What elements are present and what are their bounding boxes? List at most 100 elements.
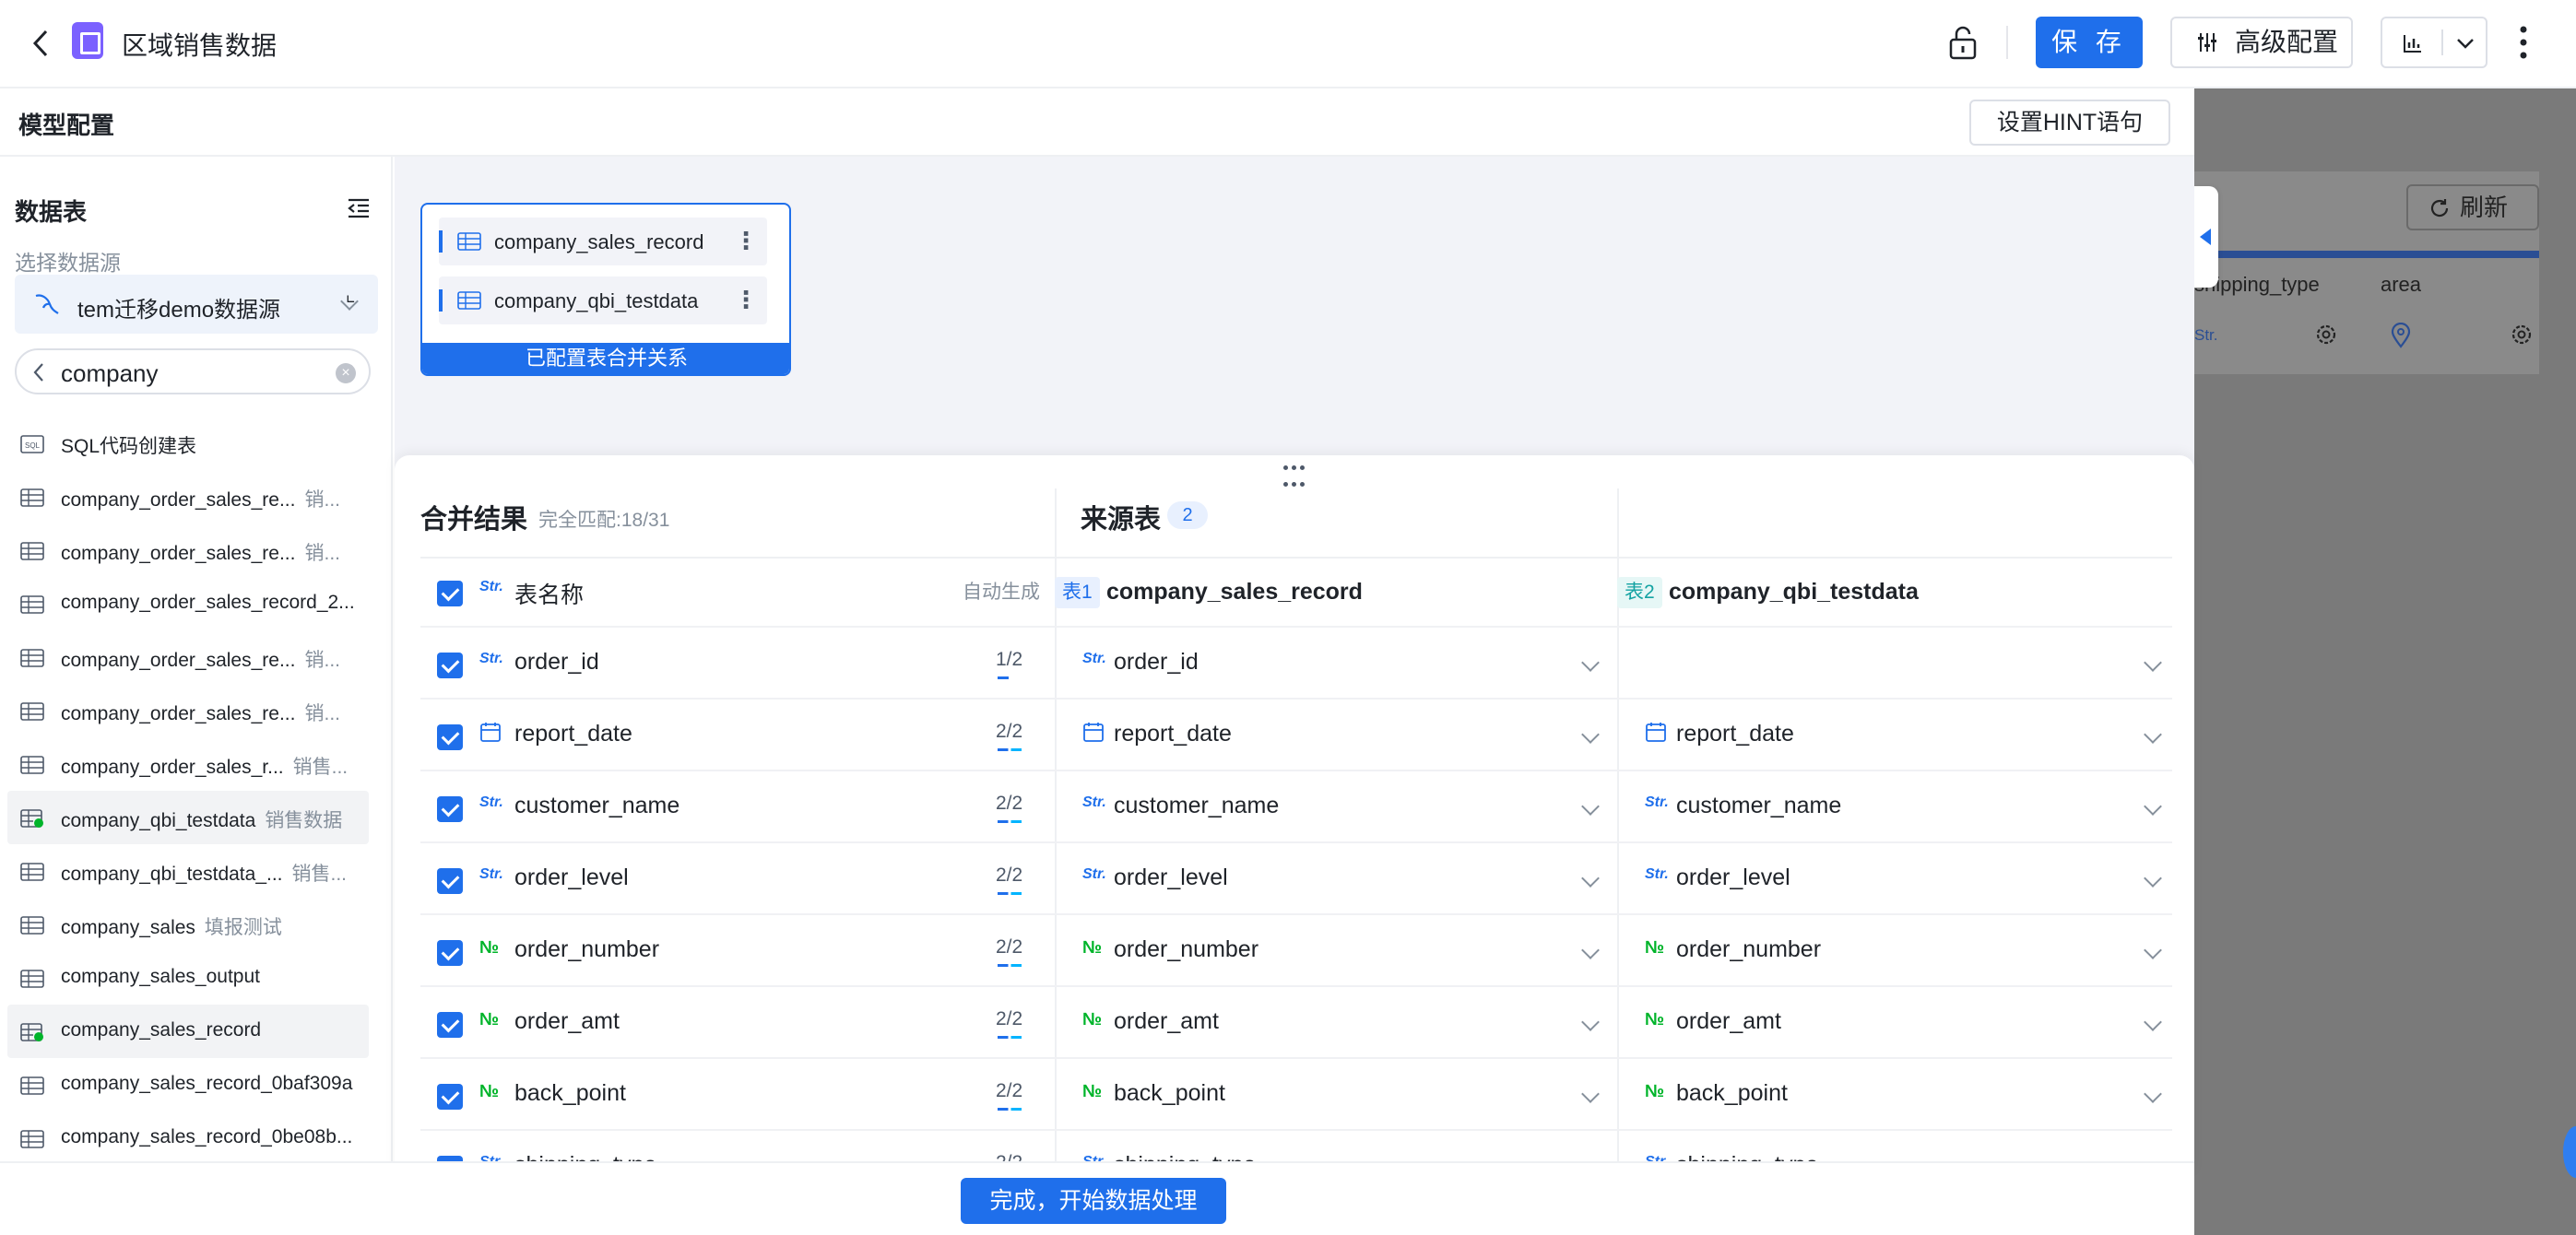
lock-icon[interactable] [1947,24,1979,61]
list-item[interactable]: company_order_sales_r... 销售... [7,737,369,791]
gear-icon [2316,324,2336,345]
list-item[interactable]: SQL SQL代码创建表 [7,417,369,470]
chevron-down-icon[interactable] [2144,869,2162,888]
field-checkbox[interactable] [437,1012,463,1038]
match-count: 2/2 [996,721,1023,751]
table-search-box[interactable]: company × [15,348,371,394]
table-icon [20,916,44,935]
datasource-select[interactable]: tem迁移demo数据源 [15,275,378,334]
panel-header: 模型配置 设置HINT语句 [0,88,2194,157]
table1-name: company_sales_record [1106,579,1363,605]
source1-field[interactable]: order_number [1114,936,1258,963]
auto-generate-label[interactable]: 自动生成 [963,577,1040,605]
source1-field[interactable]: order_level [1114,864,1228,891]
back-arrow-icon[interactable] [31,28,50,59]
number-type-icon: № [1645,938,1665,958]
drag-handle-icon[interactable] [1282,459,1307,487]
list-item-name: company_qbi_testdata_... [61,864,283,885]
source2-field[interactable]: report_date [1676,721,1794,747]
field-checkbox[interactable] [437,796,463,822]
list-item-desc: 销售... [292,757,349,778]
background-header-bar [2194,251,2539,258]
source1-field[interactable]: customer_name [1114,793,1279,819]
chevron-down-icon[interactable] [1581,869,1600,888]
chevron-down-icon[interactable] [2144,1085,2162,1103]
chevron-down-icon[interactable] [1581,1013,1600,1031]
clear-search-icon[interactable]: × [336,363,356,383]
table-icon [20,863,44,881]
chevron-down-icon[interactable] [1581,797,1600,816]
hint-settings-button[interactable]: 设置HINT语句 [1969,100,2170,146]
source2-field[interactable]: back_point [1676,1080,1788,1107]
floating-help-button [2563,1126,2576,1178]
list-item[interactable]: company_sales_record_0baf309a [7,1058,369,1112]
chevron-down-icon[interactable] [1581,1085,1600,1103]
field-checkbox[interactable] [437,940,463,966]
list-item[interactable]: company_sales_record [7,1005,369,1058]
chevron-down-icon[interactable] [1581,725,1600,744]
source1-field[interactable]: back_point [1114,1080,1225,1107]
panel-collapse-toggle[interactable] [2194,186,2218,288]
source2-field[interactable]: order_amt [1676,1008,1781,1035]
source1-field[interactable]: order_id [1114,649,1199,676]
table-icon [20,595,44,614]
chevron-down-icon[interactable] [2144,941,2162,959]
field-checkbox[interactable] [437,724,463,750]
chevron-down-icon[interactable] [1581,941,1600,959]
field-checkbox[interactable] [437,653,463,678]
source2-field[interactable]: order_number [1676,936,1821,963]
list-item[interactable]: company_sales_output [7,951,369,1005]
save-button[interactable]: 保 存 [2036,17,2143,68]
merge-config-footer[interactable]: 已配置表合并关系 [422,343,789,374]
match-count: 2/2 [996,1080,1023,1111]
collapse-list-icon[interactable] [347,197,371,219]
panel-title: 模型配置 [18,112,115,139]
more-vertical-icon[interactable] [2517,24,2530,61]
more-vertical-icon[interactable]: ⋮ [734,286,758,313]
source-count-badge: 2 [1167,501,1208,529]
finish-processing-button[interactable]: 完成，开始数据处理 [961,1178,1226,1224]
source2-field[interactable]: customer_name [1676,793,1841,819]
field-checkbox[interactable] [437,1084,463,1110]
list-item[interactable]: company_order_sales_re... 销... [7,630,369,684]
background-overlay: 刷新 shipping_type area Str. [2194,88,2576,1235]
list-item[interactable]: company_order_sales_re... 销... [7,684,369,737]
calendar-icon [1646,723,1666,742]
search-back-icon[interactable] [31,361,46,383]
chevron-down-icon[interactable] [2144,653,2162,672]
source1-field[interactable]: order_amt [1114,1008,1219,1035]
more-vertical-icon[interactable]: ⋮ [734,227,758,254]
model-config-panel: 模型配置 设置HINT语句 数据表 选择数据源 tem迁移demo数据源 com… [0,88,2218,1235]
merged-table-card[interactable]: company_sales_record ⋮ company_qbi_testd… [420,203,791,376]
list-item[interactable]: company_qbi_testdata 销售数据 [7,791,369,844]
list-item-name: company_order_sales_re... [61,543,296,564]
svg-text:SQL: SQL [25,441,41,450]
merged-table-item[interactable]: company_qbi_testdata ⋮ [439,276,767,324]
source2-field[interactable]: order_level [1676,864,1790,891]
dataset-app-icon [72,22,103,59]
list-item[interactable]: company_qbi_testdata_... 销售... [7,844,369,898]
string-type-icon: Str. [479,579,503,594]
source1-field[interactable]: report_date [1114,721,1232,747]
list-item[interactable]: company_sales_record_0be08b... [7,1112,369,1165]
list-item[interactable]: company_sales 填报测试 [7,898,369,951]
match-count: 1/2 [996,649,1023,679]
list-item[interactable]: company_order_sales_re... 销... [7,523,369,577]
chevron-down-icon[interactable] [1581,653,1600,672]
list-item-name: company_order_sales_record_2... [61,592,355,613]
field-checkbox[interactable] [437,868,463,894]
string-type-icon: Str. [1082,866,1106,882]
advanced-config-button[interactable]: 高级配置 [2170,17,2353,68]
list-item-desc: 填报测试 [204,917,282,938]
search-input[interactable]: company [61,359,159,388]
field-name: customer_name [514,793,680,818]
list-item[interactable]: company_order_sales_re... 销... [7,470,369,523]
chevron-down-icon[interactable] [2144,797,2162,816]
list-item[interactable]: company_order_sales_record_2... [7,577,369,630]
chevron-down-icon[interactable] [2144,1013,2162,1031]
chevron-down-icon[interactable] [2144,725,2162,744]
select-all-checkbox[interactable] [437,581,463,606]
chart-dropdown-button[interactable] [2381,17,2487,68]
merged-table-item[interactable]: company_sales_record ⋮ [439,218,767,265]
field-name: back_point [514,1080,626,1106]
